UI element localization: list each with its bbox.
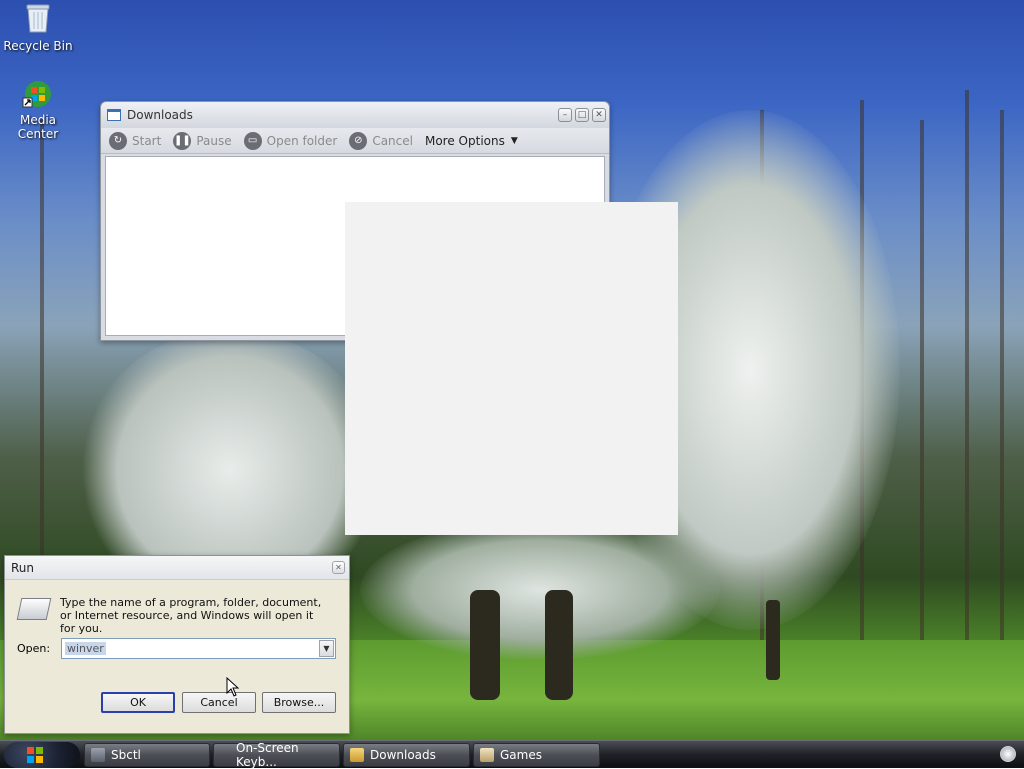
blank-window[interactable] bbox=[345, 202, 678, 535]
taskbar-item-sbctl[interactable]: Sbctl bbox=[84, 743, 210, 767]
more-options-menu[interactable]: More Options ▼ bbox=[425, 134, 518, 148]
close-button[interactable]: ✕ bbox=[592, 108, 606, 122]
wallpaper-tree-trunk bbox=[965, 90, 969, 650]
run-icon bbox=[16, 598, 52, 620]
wallpaper-trunk bbox=[545, 590, 573, 700]
games-icon bbox=[480, 748, 494, 762]
wallpaper-blossom-tree bbox=[360, 520, 720, 660]
ok-button[interactable]: OK bbox=[101, 692, 175, 713]
cancel-icon: ⊘ bbox=[349, 131, 368, 150]
desktop-icon-label: Recycle Bin bbox=[3, 39, 73, 53]
cancel-label: Cancel bbox=[372, 133, 413, 148]
wallpaper-trunk bbox=[470, 590, 500, 700]
cancel-button[interactable]: Cancel bbox=[182, 692, 256, 713]
more-options-label: More Options bbox=[424, 133, 505, 148]
taskbar-item-label: Games bbox=[500, 748, 542, 762]
open-folder-label: Open folder bbox=[266, 133, 338, 148]
chevron-down-icon[interactable]: ▼ bbox=[319, 640, 334, 657]
minimize-button[interactable]: – bbox=[558, 108, 572, 122]
taskbar-item-label: On-Screen Keyb... bbox=[236, 741, 299, 769]
windows-logo-icon bbox=[26, 746, 44, 764]
mouse-cursor-icon bbox=[226, 676, 240, 700]
run-titlebar[interactable]: Run ✕ bbox=[5, 556, 349, 580]
browse-button[interactable]: Browse... bbox=[262, 692, 336, 713]
run-title: Run bbox=[11, 560, 35, 575]
folder-icon bbox=[350, 748, 364, 762]
folder-open-icon: ▭ bbox=[243, 131, 262, 150]
wallpaper-tree-trunk bbox=[920, 120, 924, 640]
wallpaper-tree-trunk bbox=[1000, 110, 1004, 650]
wallpaper-trunk bbox=[766, 600, 780, 680]
tray-icon[interactable] bbox=[1000, 746, 1016, 762]
window-app-icon bbox=[107, 109, 121, 121]
taskbar-item-label: Sbctl bbox=[111, 748, 141, 762]
open-input[interactable]: winver bbox=[65, 642, 106, 655]
start-button[interactable]: ↻ Start bbox=[109, 131, 162, 150]
cancel-download-button[interactable]: ⊘ Cancel bbox=[349, 131, 413, 150]
recycle-bin-icon bbox=[0, 2, 78, 37]
maximize-button[interactable]: □ bbox=[575, 108, 589, 122]
run-dialog[interactable]: Run ✕ Type the name of a program, folder… bbox=[4, 555, 350, 734]
desktop-icon-label: Media Center bbox=[17, 113, 59, 141]
start-button[interactable] bbox=[4, 742, 80, 768]
desktop-icon-media-center[interactable]: Media Center bbox=[0, 80, 78, 141]
downloads-titlebar[interactable]: Downloads – □ ✕ bbox=[101, 102, 609, 128]
taskbar-item-downloads[interactable]: Downloads bbox=[343, 743, 470, 767]
open-folder-button[interactable]: ▭ Open folder bbox=[243, 131, 338, 150]
taskbar-item-label: Downloads bbox=[370, 748, 436, 762]
taskbar: Sbctl On-Screen Keyb... Downloads Games bbox=[0, 740, 1024, 769]
downloads-title: Downloads bbox=[127, 108, 193, 122]
open-label: Open: bbox=[17, 642, 51, 655]
downloads-toolbar: ↻ Start ❚❚ Pause ▭ Open folder ⊘ Cancel … bbox=[101, 128, 609, 154]
taskbar-item-games[interactable]: Games bbox=[473, 743, 600, 767]
run-description: Type the name of a program, folder, docu… bbox=[60, 596, 322, 635]
chevron-down-icon: ▼ bbox=[510, 135, 518, 146]
open-combobox[interactable]: winver ▼ bbox=[61, 638, 336, 659]
taskbar-item-on-screen-keyboard[interactable]: On-Screen Keyb... bbox=[213, 741, 340, 769]
sbctl-icon bbox=[91, 748, 105, 762]
desktop-icon-recycle-bin[interactable]: Recycle Bin bbox=[0, 2, 78, 53]
media-center-icon bbox=[0, 80, 78, 111]
close-button[interactable]: ✕ bbox=[332, 561, 345, 574]
pause-label: Pause bbox=[196, 133, 232, 148]
start-icon: ↻ bbox=[109, 131, 127, 150]
pause-button[interactable]: ❚❚ Pause bbox=[173, 131, 232, 150]
pause-icon: ❚❚ bbox=[173, 131, 192, 150]
start-label: Start bbox=[132, 133, 162, 148]
